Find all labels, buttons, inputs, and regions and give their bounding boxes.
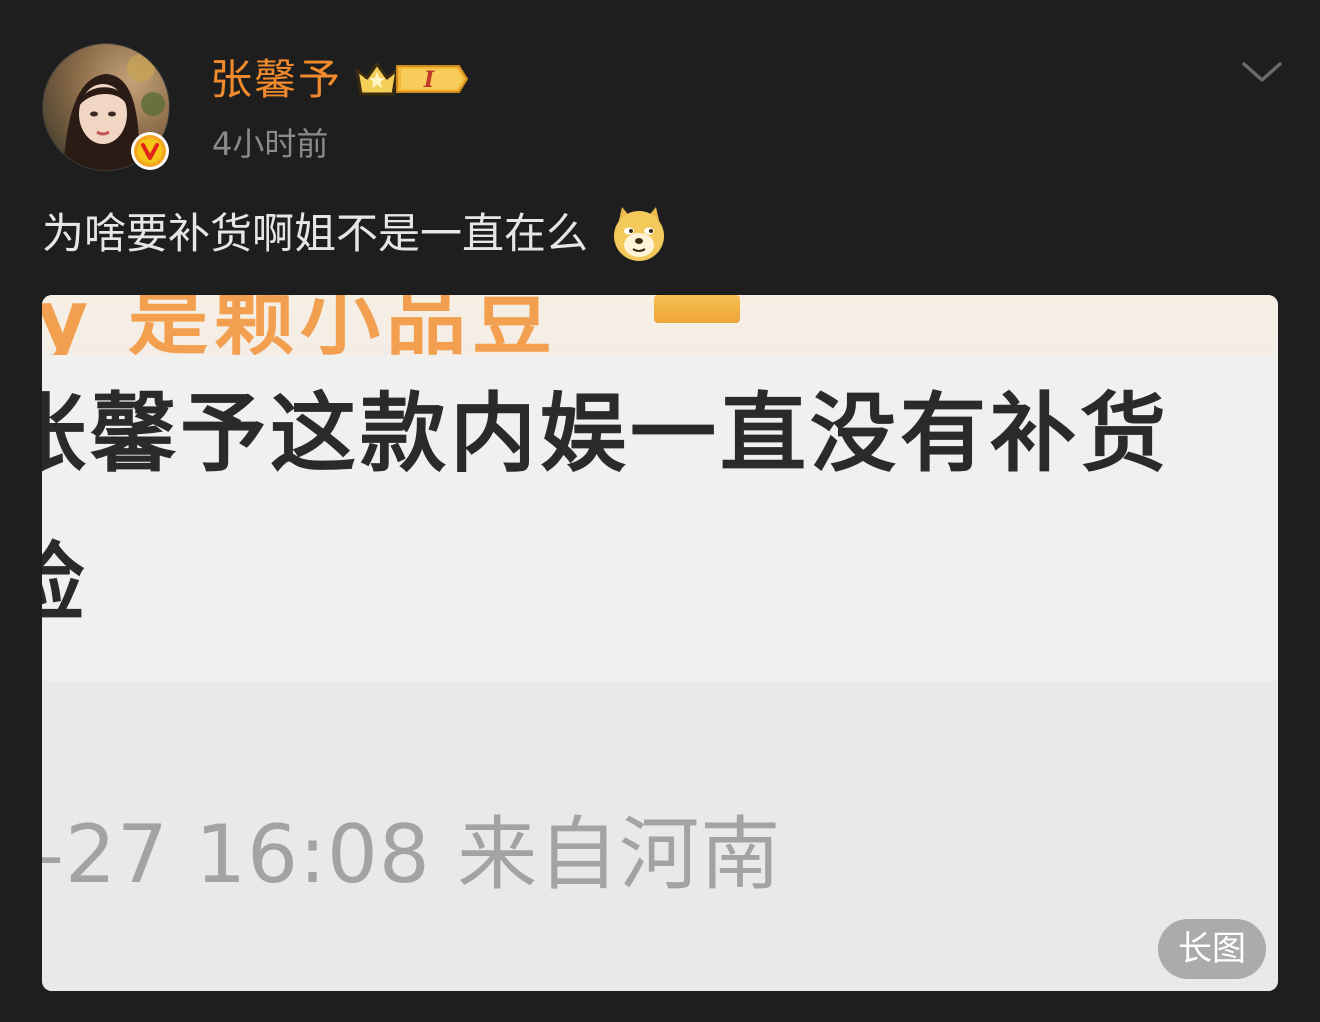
image-badge-icon bbox=[654, 295, 740, 323]
chevron-down-icon[interactable] bbox=[1238, 56, 1286, 88]
crown-member-badge-icon[interactable]: I bbox=[353, 56, 471, 102]
post-image[interactable]: y 是颗小品豆 张馨予这款内娱一直没有补货 脸 –27 16:08 来自河南 长… bbox=[42, 295, 1278, 991]
image-date-location: –27 16:08 来自河南 bbox=[42, 808, 782, 901]
post-timestamp: 4小时前 bbox=[212, 125, 329, 163]
post-text-row: 为啥要补货啊姐不是一直在么 bbox=[42, 204, 668, 264]
image-top-band: y 是颗小品豆 bbox=[42, 295, 1278, 366]
verified-v-icon bbox=[131, 132, 169, 170]
avatar-wrapper[interactable] bbox=[42, 43, 170, 171]
image-headline: 张馨予这款内娱一直没有补货 bbox=[42, 384, 1170, 484]
doge-emoji-icon bbox=[614, 207, 665, 261]
author-name[interactable]: 张馨予 bbox=[210, 52, 342, 108]
post-text: 为啥要补货啊姐不是一直在么 bbox=[42, 209, 589, 258]
long-image-badge[interactable]: 长图 bbox=[1158, 919, 1266, 979]
image-headline-line2: 脸 bbox=[42, 529, 84, 639]
weibo-post: 张馨予 I 4小时前 为啥要补货啊姐不是一直在么 y 是颗小品豆 张馨予这款内娱… bbox=[0, 0, 1320, 1022]
member-level: I bbox=[423, 67, 435, 93]
